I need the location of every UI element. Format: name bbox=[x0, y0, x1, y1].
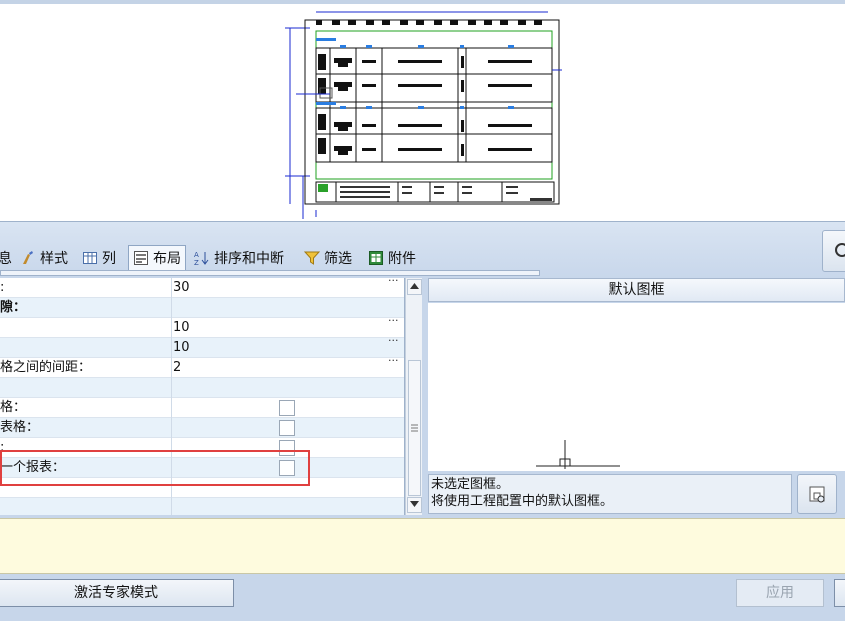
tab-filter-label: 筛选 bbox=[324, 251, 352, 267]
svg-text:Z: Z bbox=[194, 259, 199, 266]
tab-style[interactable]: 样式 bbox=[20, 246, 68, 270]
row-label bbox=[0, 498, 172, 515]
tab-sort-label: 排序和中断 bbox=[214, 251, 284, 267]
scroll-down-button[interactable] bbox=[407, 497, 422, 513]
frame-preview-drawing bbox=[536, 440, 620, 469]
tab-sort-break[interactable]: AZ 排序和中断 bbox=[194, 246, 284, 270]
row-value[interactable]: 2 bbox=[173, 358, 393, 378]
checkbox[interactable] bbox=[279, 400, 295, 416]
table-row-group: 隙： bbox=[0, 298, 404, 318]
tab-filter[interactable]: 筛选 bbox=[304, 246, 352, 270]
tab-toolbar: 息 样式 列 布局 AZ 排序和中断 筛选 附件 bbox=[0, 222, 845, 278]
frame-message-line1: 未选定图框。 bbox=[431, 477, 510, 492]
row-label: : bbox=[0, 278, 172, 298]
row-label: 格： bbox=[0, 398, 172, 418]
sort-az-icon: AZ bbox=[194, 251, 209, 266]
expert-mode-button[interactable]: 激活专家模式 bbox=[0, 579, 234, 607]
arrow-down-icon bbox=[410, 501, 419, 507]
row-label bbox=[0, 318, 172, 338]
ellipsis-button[interactable]: ··· bbox=[388, 314, 399, 327]
tab-style-label: 样式 bbox=[40, 251, 68, 267]
tab-layout-label: 布局 bbox=[153, 251, 181, 267]
table-row[interactable]: 10 ··· bbox=[0, 314, 404, 338]
row-label: 格之间的间距： bbox=[0, 358, 172, 378]
table-row[interactable]: 10 ··· bbox=[0, 334, 404, 358]
frame-message-line2: 将使用工程配置中的默认图框。 bbox=[431, 494, 614, 509]
frame-panel-title: 默认图框 bbox=[428, 278, 845, 302]
ellipsis-button[interactable]: ··· bbox=[388, 278, 399, 287]
notes-area bbox=[0, 518, 845, 574]
scroll-thumb[interactable] bbox=[408, 360, 421, 496]
row-value[interactable]: 10 bbox=[173, 338, 393, 358]
row-label bbox=[0, 378, 172, 398]
row-value[interactable]: 10 bbox=[173, 318, 393, 338]
search-icon bbox=[835, 243, 845, 257]
scroll-up-button[interactable] bbox=[407, 279, 422, 295]
attachment-sheet-icon bbox=[369, 251, 383, 265]
row-label bbox=[0, 338, 172, 358]
filter-funnel-icon bbox=[304, 251, 320, 265]
bottom-bar: 激活专家模式 应用 bbox=[0, 574, 845, 621]
table-row bbox=[0, 378, 404, 398]
tab-info-label: 息 bbox=[0, 251, 12, 267]
layout-icon bbox=[134, 251, 148, 265]
table-row bbox=[0, 498, 404, 515]
tab-info[interactable]: 息 bbox=[0, 246, 12, 270]
highlight-box bbox=[0, 450, 310, 486]
default-frame-panel: 默认图框 未选定图框。 将使用工程配置中的默认图框。 bbox=[427, 278, 845, 518]
vertical-scrollbar[interactable] bbox=[405, 278, 422, 515]
ellipsis-button[interactable]: ··· bbox=[388, 334, 399, 347]
tab-attachment-label: 附件 bbox=[388, 251, 416, 267]
select-frame-icon bbox=[809, 486, 825, 503]
tab-attachment[interactable]: 附件 bbox=[368, 246, 416, 270]
next-button[interactable] bbox=[834, 579, 845, 607]
frame-preview-canvas bbox=[428, 303, 845, 471]
group-label: 隙： bbox=[0, 298, 172, 318]
row-value bbox=[173, 298, 393, 318]
checkbox[interactable] bbox=[279, 420, 295, 436]
columns-icon bbox=[83, 252, 97, 264]
grip-icon bbox=[411, 424, 418, 432]
drawing-preview-area bbox=[0, 0, 845, 222]
search-button[interactable] bbox=[822, 230, 845, 272]
apply-button[interactable]: 应用 bbox=[736, 579, 824, 607]
ellipsis-button[interactable]: ··· bbox=[388, 354, 399, 367]
arrow-up-icon bbox=[410, 283, 419, 289]
frame-message: 未选定图框。 将使用工程配置中的默认图框。 bbox=[428, 474, 792, 514]
svg-text:A: A bbox=[194, 251, 199, 259]
drawing-preview bbox=[285, 11, 562, 219]
row-value[interactable]: 30 bbox=[173, 278, 393, 298]
table-row[interactable]: 表格： bbox=[0, 418, 404, 438]
style-brush-icon bbox=[23, 251, 33, 264]
row-label: 表格： bbox=[0, 418, 172, 438]
select-frame-button[interactable] bbox=[797, 474, 837, 514]
tab-columns[interactable]: 列 bbox=[82, 246, 116, 270]
table-row[interactable]: : 30 ··· bbox=[0, 278, 404, 298]
tab-layout[interactable]: 布局 bbox=[128, 245, 186, 270]
tab-columns-label: 列 bbox=[102, 251, 116, 267]
row-value bbox=[173, 378, 393, 398]
tab-strip-underline bbox=[0, 270, 540, 276]
table-row[interactable]: 格之间的间距： 2 ··· bbox=[0, 354, 404, 378]
table-row[interactable]: 格： bbox=[0, 398, 404, 418]
